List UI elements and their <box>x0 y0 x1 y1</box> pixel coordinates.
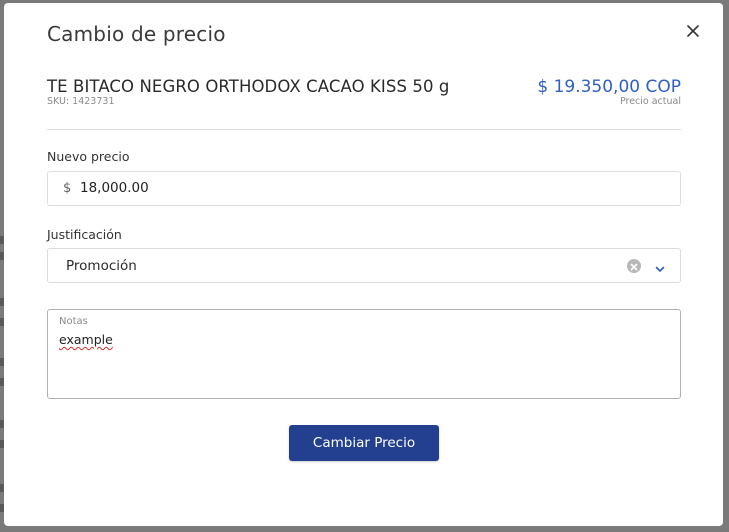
notes-label: Notas <box>59 316 88 327</box>
notes-textarea[interactable]: Notas example <box>47 309 681 399</box>
justification-label: Justificación <box>47 227 122 242</box>
current-price-caption: Precio actual <box>619 96 681 107</box>
justification-selected-value: Promoción <box>66 258 137 274</box>
divider <box>47 129 681 130</box>
change-price-button[interactable]: Cambiar Precio <box>289 425 439 461</box>
product-name: TE BITACO NEGRO ORTHODOX CACAO KISS 50 g <box>47 77 450 96</box>
new-price-label: Nuevo precio <box>47 149 130 164</box>
new-price-input[interactable]: $ 18,000.00 <box>47 171 681 206</box>
new-price-value: 18,000.00 <box>80 180 149 196</box>
notes-value: example <box>59 332 113 347</box>
product-sku: SKU: 1423731 <box>47 96 115 107</box>
current-price: $ 19.350,00 COP <box>537 77 681 97</box>
close-icon[interactable] <box>685 23 701 39</box>
price-change-modal: Cambio de precio TE BITACO NEGRO ORTHODO… <box>4 3 723 526</box>
currency-symbol: $ <box>63 181 72 196</box>
justification-select[interactable]: Promoción <box>47 248 681 283</box>
modal-title: Cambio de precio <box>47 22 226 46</box>
clear-circle-icon[interactable] <box>627 259 641 273</box>
chevron-down-icon[interactable] <box>654 260 666 272</box>
